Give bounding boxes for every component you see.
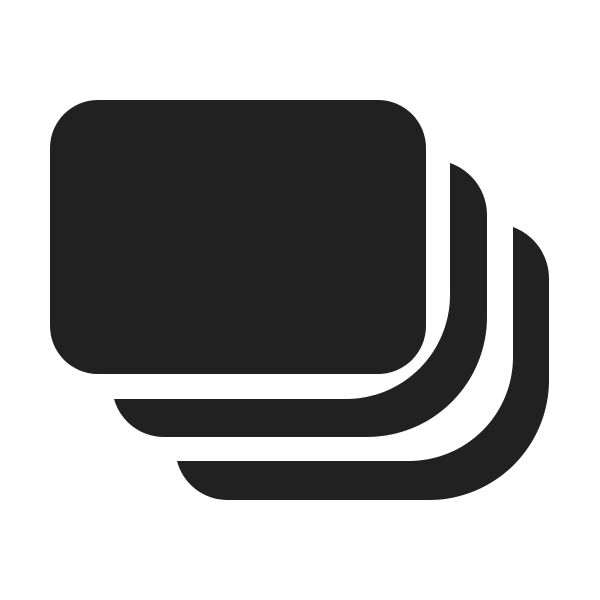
front-card-shape: [50, 100, 426, 374]
icon-canvas: [0, 0, 600, 600]
stacked-cards-icon: [50, 100, 550, 500]
